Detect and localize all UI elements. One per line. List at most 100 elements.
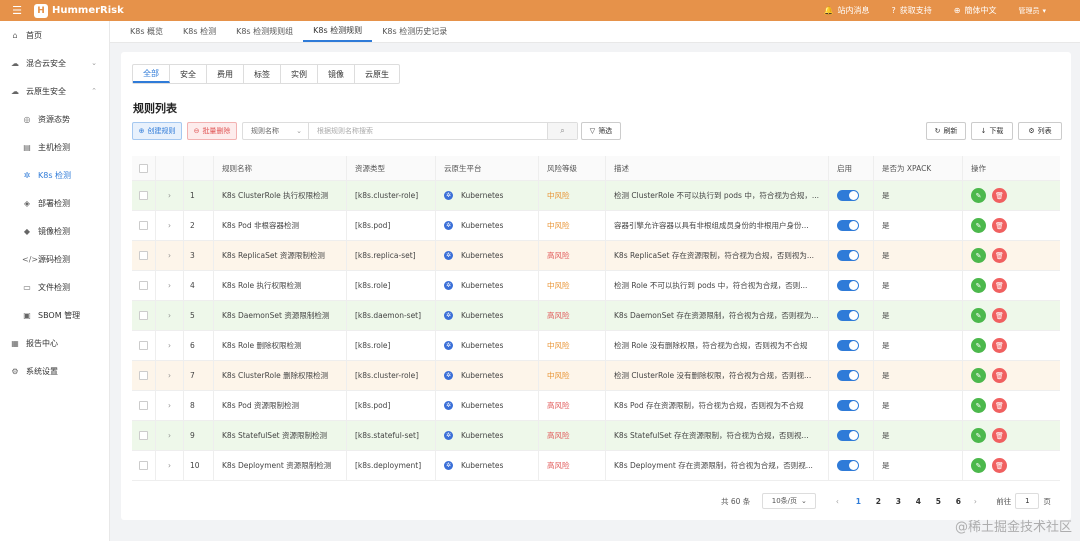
app-logo[interactable]: H HummerRisk	[34, 3, 124, 18]
delete-icon[interactable]: 🗑	[992, 428, 1007, 443]
filter-tab-3[interactable]: 标签	[244, 65, 281, 83]
header-platform[interactable]: 云原生平台	[436, 156, 539, 180]
filter-tab-4[interactable]: 实例	[281, 65, 318, 83]
row-expand-icon[interactable]: ›	[156, 181, 184, 210]
search-field-select[interactable]: 规则名称 ⌄	[243, 123, 309, 139]
enabled-toggle[interactable]	[837, 250, 859, 261]
filter-tab-6[interactable]: 云原生	[355, 65, 399, 83]
edit-icon[interactable]: ✎	[971, 368, 986, 383]
delete-icon[interactable]: 🗑	[992, 308, 1007, 323]
header-action-support[interactable]: ? 获取支持	[892, 5, 932, 16]
user-menu[interactable]: 管理员 ▾	[1018, 6, 1046, 16]
page-tab-3[interactable]: K8s 检测规则	[303, 20, 373, 42]
row-checkbox[interactable]	[139, 311, 148, 320]
enabled-toggle[interactable]	[837, 190, 859, 201]
row-expand-icon[interactable]: ›	[156, 331, 184, 360]
create-rule-button[interactable]: ⊕ 创建规则	[132, 122, 182, 140]
row-checkbox[interactable]	[139, 251, 148, 260]
page-number-3[interactable]: 3	[888, 497, 908, 506]
page-tab-0[interactable]: K8s 概览	[120, 20, 173, 42]
edit-icon[interactable]: ✎	[971, 338, 986, 353]
delete-icon[interactable]: 🗑	[992, 338, 1007, 353]
enabled-toggle[interactable]	[837, 370, 859, 381]
edit-icon[interactable]: ✎	[971, 218, 986, 233]
row-checkbox[interactable]	[139, 341, 148, 350]
table-row[interactable]: › 1 K8s ClusterRole 执行权限检测 [k8s.cluster-rol…	[132, 181, 1060, 211]
table-row[interactable]: › 4 K8s Role 执行权限检测 [k8s.role] ✲ Kubernetes 中风…	[132, 271, 1060, 301]
page-number-6[interactable]: 6	[948, 497, 968, 506]
sidebar-item-gear[interactable]: ⚙ 系统设置	[0, 357, 109, 385]
page-tab-1[interactable]: K8s 检测	[173, 20, 226, 42]
sidebar-item-radar[interactable]: ◎ 资源态势	[0, 105, 109, 133]
columns-button[interactable]: ⚙ 列表	[1018, 122, 1062, 140]
enabled-toggle[interactable]	[837, 400, 859, 411]
refresh-button[interactable]: ↻ 刷新	[926, 122, 966, 140]
enabled-toggle[interactable]	[837, 280, 859, 291]
enabled-toggle[interactable]	[837, 310, 859, 321]
filter-button[interactable]: ▽ 筛选	[581, 122, 621, 140]
sidebar-item-cloud[interactable]: ☁ 混合云安全 ⌄	[0, 49, 109, 77]
sidebar-item-code[interactable]: </> 源码检测	[0, 245, 109, 273]
search-input[interactable]	[309, 123, 547, 139]
row-expand-icon[interactable]: ›	[156, 241, 184, 270]
delete-icon[interactable]: 🗑	[992, 218, 1007, 233]
table-row[interactable]: › 2 K8s Pod 非根容器检测 [k8s.pod] ✲ Kubernetes 中风险容…	[132, 211, 1060, 241]
header-name[interactable]: 规则名称	[214, 156, 347, 180]
delete-icon[interactable]: 🗑	[992, 188, 1007, 203]
edit-icon[interactable]: ✎	[971, 278, 986, 293]
sidebar-item-file[interactable]: ▭ 文件检测	[0, 273, 109, 301]
batch-delete-button[interactable]: ⊖ 批量删除	[187, 122, 237, 140]
sidebar-item-home[interactable]: ⌂ 首页	[0, 21, 109, 49]
table-row[interactable]: › 9 K8s StatefulSet 资源限制检测 [k8s.stateful-se…	[132, 421, 1060, 451]
edit-icon[interactable]: ✎	[971, 398, 986, 413]
row-expand-icon[interactable]: ›	[156, 361, 184, 390]
edit-icon[interactable]: ✎	[971, 428, 986, 443]
filter-tab-1[interactable]: 安全	[170, 65, 207, 83]
search-icon[interactable]: ⌕	[547, 123, 577, 139]
sidebar-item-report[interactable]: ▦ 报告中心	[0, 329, 109, 357]
row-expand-icon[interactable]: ›	[156, 211, 184, 240]
edit-icon[interactable]: ✎	[971, 188, 986, 203]
sidebar-item-host[interactable]: ▤ 主机检测	[0, 133, 109, 161]
row-expand-icon[interactable]: ›	[156, 301, 184, 330]
delete-icon[interactable]: 🗑	[992, 278, 1007, 293]
header-action-language[interactable]: ⊕ 簡体中文	[954, 5, 997, 16]
row-checkbox[interactable]	[139, 461, 148, 470]
table-row[interactable]: › 7 K8s ClusterRole 删除权限检测 [k8s.cluster-rol…	[132, 361, 1060, 391]
enabled-toggle[interactable]	[837, 340, 859, 351]
row-expand-icon[interactable]: ›	[156, 421, 184, 450]
menu-toggle-icon[interactable]: ☰	[0, 0, 34, 21]
next-page-icon[interactable]: ›	[968, 497, 982, 506]
enabled-toggle[interactable]	[837, 460, 859, 471]
row-expand-icon[interactable]: ›	[156, 391, 184, 420]
download-button[interactable]: ↓ 下载	[971, 122, 1013, 140]
sidebar-item-deploy[interactable]: ◈ 部署检测	[0, 189, 109, 217]
delete-icon[interactable]: 🗑	[992, 398, 1007, 413]
enabled-toggle[interactable]	[837, 220, 859, 231]
row-expand-icon[interactable]: ›	[156, 271, 184, 300]
header-type[interactable]: 资源类型	[347, 156, 436, 180]
table-row[interactable]: › 10 K8s Deployment 资源限制检测 [k8s.deployment]…	[132, 451, 1060, 481]
page-tab-2[interactable]: K8s 检测规则组	[226, 20, 303, 42]
sidebar-item-sbom[interactable]: ▣ SBOM 管理	[0, 301, 109, 329]
delete-icon[interactable]: 🗑	[992, 368, 1007, 383]
edit-icon[interactable]: ✎	[971, 458, 986, 473]
page-number-5[interactable]: 5	[928, 497, 948, 506]
row-checkbox[interactable]	[139, 221, 148, 230]
prev-page-icon[interactable]: ‹	[830, 497, 844, 506]
row-checkbox[interactable]	[139, 431, 148, 440]
row-checkbox[interactable]	[139, 281, 148, 290]
page-number-4[interactable]: 4	[908, 497, 928, 506]
page-tab-4[interactable]: K8s 检测历史记录	[372, 20, 457, 42]
delete-icon[interactable]: 🗑	[992, 248, 1007, 263]
row-expand-icon[interactable]: ›	[156, 451, 184, 480]
page-number-1[interactable]: 1	[848, 497, 868, 506]
table-row[interactable]: › 5 K8s DaemonSet 资源限制检测 [k8s.daemon-set] ✲ K…	[132, 301, 1060, 331]
table-row[interactable]: › 6 K8s Role 删除权限检测 [k8s.role] ✲ Kubernetes 中风…	[132, 331, 1060, 361]
page-size-select[interactable]: 10条/页 ⌄	[762, 493, 817, 509]
filter-tab-5[interactable]: 镜像	[318, 65, 355, 83]
select-all-checkbox[interactable]	[139, 163, 148, 173]
enabled-toggle[interactable]	[837, 430, 859, 441]
filter-tab-0[interactable]: 全部	[133, 65, 170, 83]
edit-icon[interactable]: ✎	[971, 308, 986, 323]
